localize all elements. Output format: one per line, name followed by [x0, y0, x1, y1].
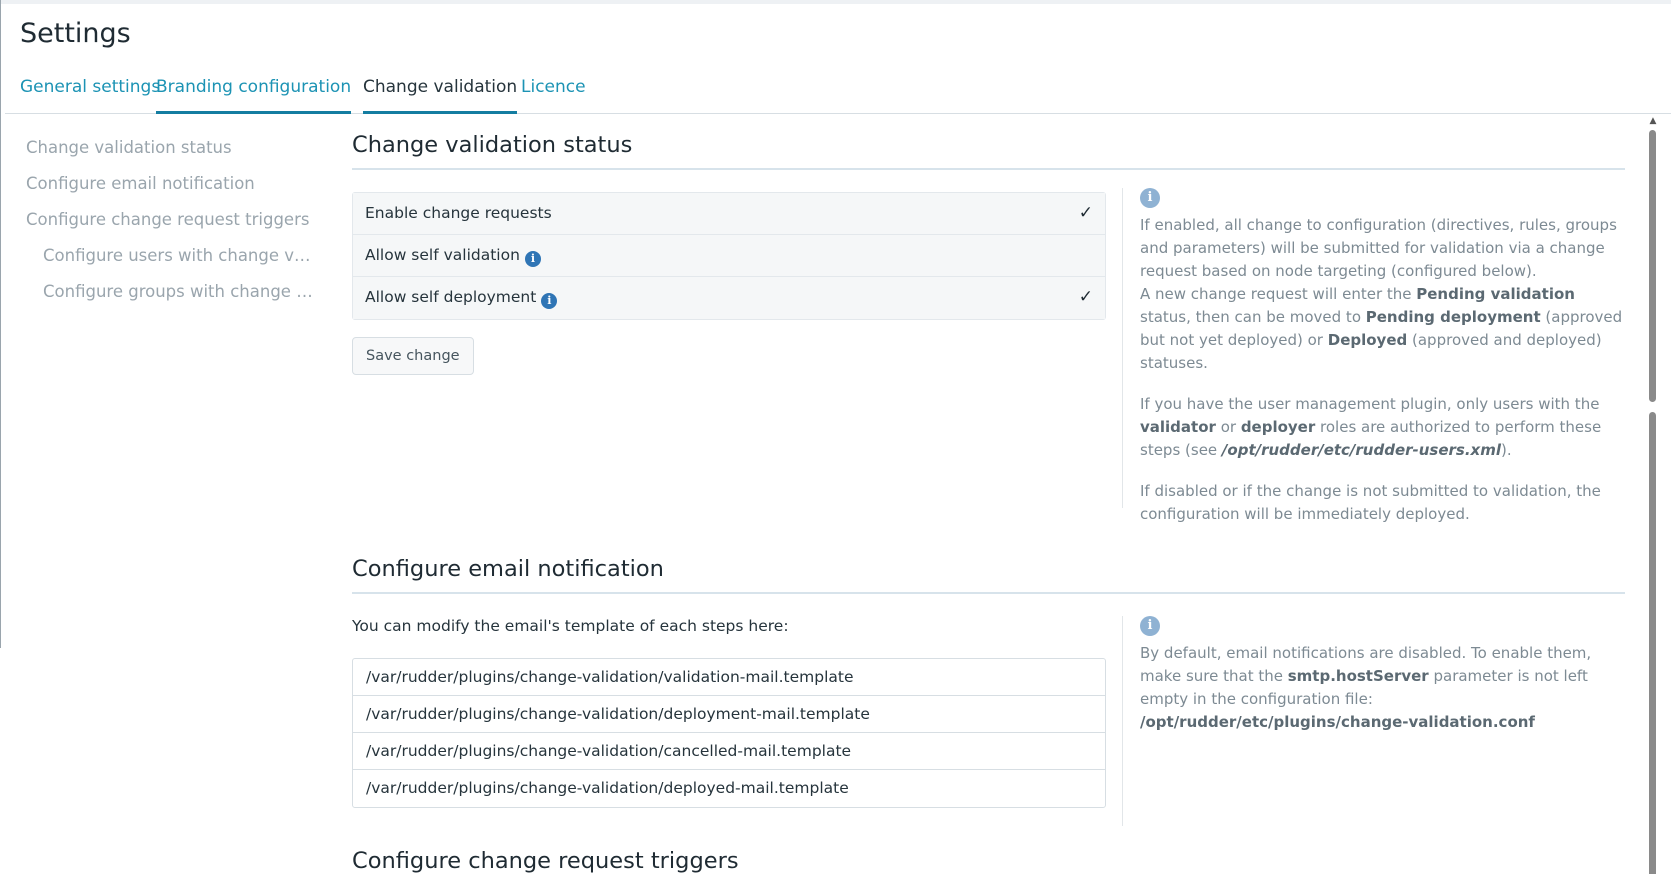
option-allow-self-validation[interactable]: Allow self validation i — [353, 235, 1105, 277]
help-paragraph: A new change request will enter the Pend… — [1140, 285, 1623, 372]
checkmark-icon: ✓ — [1078, 287, 1093, 307]
help-paragraph: If enabled, all change to configuration … — [1140, 216, 1617, 280]
nav-configure-change-request-triggers[interactable]: Configure change request triggers — [26, 204, 316, 240]
nav-change-validation-status[interactable]: Change validation status — [26, 132, 316, 168]
page-title: Settings — [20, 18, 131, 49]
nav-configure-users[interactable]: Configure users with change validation — [26, 240, 316, 276]
vertical-scrollbar[interactable]: ▲ — [1647, 116, 1659, 874]
email-template-list: /var/rudder/plugins/change-validation/va… — [352, 658, 1106, 808]
template-path: /var/rudder/plugins/change-validation/de… — [353, 696, 1105, 733]
email-help-panel: i By default, email notifications are di… — [1122, 616, 1630, 826]
help-paragraph: If disabled or if the change is not subm… — [1140, 482, 1601, 523]
section-title-validation-status: Change validation status — [352, 132, 1625, 170]
email-intro-text: You can modify the email's template of e… — [352, 617, 789, 635]
option-label: Allow self deployment — [365, 288, 537, 306]
scroll-up-arrow-icon[interactable]: ▲ — [1647, 116, 1659, 126]
section-title-change-request-triggers: Configure change request triggers — [352, 848, 739, 874]
option-label: Allow self validation — [365, 246, 520, 264]
help-paragraph: If you have the user management plugin, … — [1140, 395, 1602, 459]
option-allow-self-deployment[interactable]: Allow self deployment i ✓ — [353, 277, 1105, 319]
template-path: /var/rudder/plugins/change-validation/de… — [366, 779, 849, 797]
left-border — [0, 0, 1, 648]
option-enable-change-requests[interactable]: Enable change requests ✓ — [353, 193, 1105, 235]
option-label: Enable change requests — [365, 204, 552, 222]
info-icon[interactable]: i — [541, 293, 558, 309]
validation-options-list: Enable change requests ✓ Allow self vali… — [352, 192, 1106, 320]
nav-configure-email-notification[interactable]: Configure email notification — [26, 168, 316, 204]
scroll-thumb[interactable] — [1649, 130, 1656, 402]
tab-branding-configuration[interactable]: Branding configuration — [156, 68, 352, 114]
tab-licence[interactable]: Licence — [521, 68, 586, 114]
scroll-thumb-secondary[interactable] — [1649, 412, 1656, 874]
template-path: /var/rudder/plugins/change-validation/ca… — [353, 733, 1105, 770]
nav-configure-groups[interactable]: Configure groups with change validation — [26, 276, 316, 312]
validation-help-panel: i If enabled, all change to configuratio… — [1122, 188, 1630, 523]
top-border — [0, 0, 1671, 4]
info-circle-icon: i — [1140, 188, 1160, 208]
help-paragraph: By default, email notifications are disa… — [1140, 644, 1592, 731]
tab-general-settings[interactable]: General settings — [20, 68, 160, 114]
info-circle-icon: i — [1140, 616, 1160, 636]
checkmark-icon: ✓ — [1078, 203, 1093, 223]
tab-change-validation[interactable]: Change validation — [363, 68, 518, 114]
template-path: /var/rudder/plugins/change-validation/va… — [353, 659, 1105, 696]
info-icon[interactable]: i — [524, 251, 541, 267]
section-title-email-notification: Configure email notification — [352, 556, 1625, 594]
section-nav: Change validation status Configure email… — [26, 132, 316, 312]
save-change-button[interactable]: Save change — [352, 337, 474, 375]
settings-tabs: General settings Branding configuration … — [5, 68, 1671, 114]
